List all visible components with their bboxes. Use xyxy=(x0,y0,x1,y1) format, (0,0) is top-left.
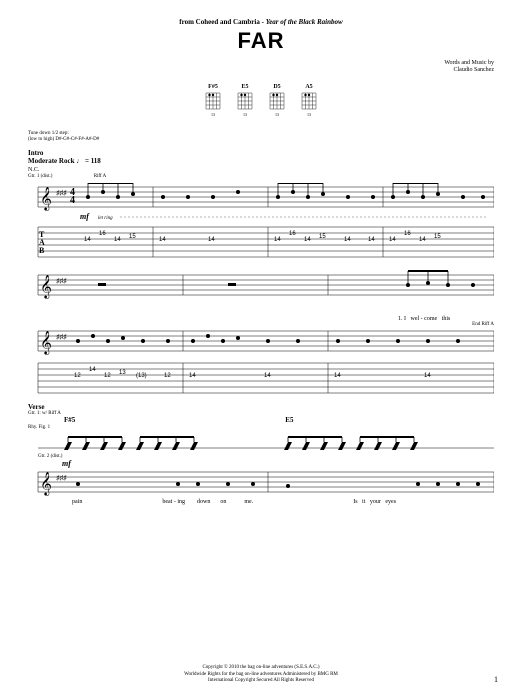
credit-line-1: Words and Music by xyxy=(28,60,494,67)
chord-diagrams: F#5 13 E5 xyxy=(28,84,494,117)
rhy-fig-label: Rhy. Fig. 1 xyxy=(28,425,494,430)
chord-a5: A5 13 xyxy=(300,84,318,117)
svg-text:16: 16 xyxy=(99,231,106,237)
svg-text:14: 14 xyxy=(334,373,341,379)
svg-text:4: 4 xyxy=(70,187,75,198)
svg-text:14: 14 xyxy=(114,237,121,243)
svg-text:16: 16 xyxy=(404,231,411,237)
svg-text:14: 14 xyxy=(189,373,196,379)
svg-text:14: 14 xyxy=(159,237,166,243)
source-prefix: from Coheed and Cambria - xyxy=(179,18,265,26)
svg-text:12: 12 xyxy=(164,373,171,379)
chord-grid xyxy=(204,91,222,111)
guitar-1-label: Gtr. 1 (dist.) Riff A xyxy=(28,174,494,179)
svg-text:♯♯♯: ♯♯♯ xyxy=(56,189,67,197)
page-number: 1 xyxy=(494,675,498,684)
svg-text:14: 14 xyxy=(419,237,426,243)
svg-text:14: 14 xyxy=(424,373,431,379)
svg-text:♯♯♯: ♯♯♯ xyxy=(56,474,67,482)
svg-text:let ring: let ring xyxy=(98,216,113,221)
chord-f-sharp-5: F#5 13 xyxy=(204,84,222,117)
vocal-staff: 𝄞 ♯♯♯ xyxy=(28,267,494,315)
svg-text:15: 15 xyxy=(434,234,441,240)
svg-text:12: 12 xyxy=(74,373,81,379)
chord-grid xyxy=(268,91,286,111)
song-title: FAR xyxy=(28,28,494,54)
svg-text:15: 15 xyxy=(129,234,136,240)
staff-tab-1: 𝄞 ♯♯♯ 4 4 mf xyxy=(28,183,494,261)
svg-text:14: 14 xyxy=(89,367,96,373)
svg-text:14: 14 xyxy=(264,373,271,379)
system-2: 𝄞 ♯♯♯ 1. I wel - come this End Riff A 𝄞 … xyxy=(28,267,494,397)
svg-text:14: 14 xyxy=(208,237,215,243)
no-chord: N.C. xyxy=(28,167,494,173)
svg-text:16: 16 xyxy=(289,231,296,237)
svg-text:𝄞: 𝄞 xyxy=(40,276,52,299)
verse-label: Verse xyxy=(28,403,494,411)
chord-grid xyxy=(236,91,254,111)
svg-text:12: 12 xyxy=(104,373,111,379)
svg-text:♯♯♯: ♯♯♯ xyxy=(56,277,67,285)
system-1: 𝄞 ♯♯♯ 4 4 mf xyxy=(28,183,494,261)
svg-text:14: 14 xyxy=(274,237,281,243)
rhythm-slashes xyxy=(28,434,494,454)
chord-grid xyxy=(300,91,318,111)
svg-text:B: B xyxy=(39,246,45,255)
dynamic-mf-2: mf xyxy=(62,459,494,468)
dynamic-mf: mf xyxy=(80,212,90,221)
svg-text:14: 14 xyxy=(84,237,91,243)
credits: Words and Music by Claudio Sanchez xyxy=(28,60,494,74)
system-3: Gtr. 2 (dist.) mf 𝄞 ♯♯♯ pain beat - ing … xyxy=(28,434,494,505)
staff-tab-2: 𝄞 ♯♯♯ 12 14 12 13 (13) 12 14 14 14 14 xyxy=(28,327,494,397)
sheet-music-page: from Coheed and Cambria - Year of the Bl… xyxy=(0,0,522,696)
svg-text:14: 14 xyxy=(368,237,375,243)
svg-text:14: 14 xyxy=(389,237,396,243)
svg-text:13: 13 xyxy=(119,370,126,376)
svg-text:(13): (13) xyxy=(136,373,147,379)
source-line: from Coheed and Cambria - Year of the Bl… xyxy=(28,18,494,26)
svg-text:𝄞: 𝄞 xyxy=(40,473,52,496)
source-album: Year of the Black Rainbow xyxy=(266,18,343,26)
chord-d5: D5 13 xyxy=(268,84,286,117)
tempo-marking: Moderate Rock ♩ = 118 xyxy=(28,157,494,165)
svg-text:𝄞: 𝄞 xyxy=(40,188,52,211)
svg-text:14: 14 xyxy=(344,237,351,243)
chord-e5: E5 13 xyxy=(236,84,254,117)
tuning-note: Tune down 1/2 step: (low to high) D#-G#-… xyxy=(28,131,494,143)
vocal-staff-verse: 𝄞 ♯♯♯ xyxy=(28,468,494,498)
credit-line-2: Claudio Sanchez xyxy=(28,67,494,74)
svg-text:♯♯♯: ♯♯♯ xyxy=(56,333,67,341)
lyric-row-verse: pain beat - ing down on me. Is it your e… xyxy=(28,499,494,505)
chord-row: F#5 E5 xyxy=(28,416,494,424)
intro-label: Intro xyxy=(28,149,494,157)
svg-text:15: 15 xyxy=(319,234,326,240)
svg-text:14: 14 xyxy=(304,237,311,243)
copyright-footer: Copyright © 2010 the bag on-line adventu… xyxy=(0,665,522,684)
svg-text:𝄞: 𝄞 xyxy=(40,332,52,355)
